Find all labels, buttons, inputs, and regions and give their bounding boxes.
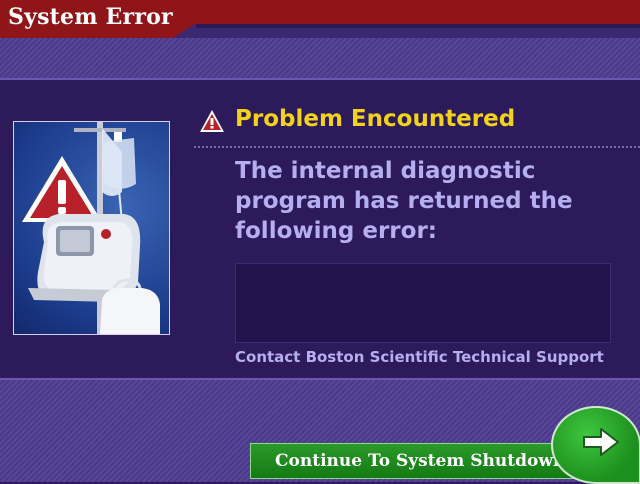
window-title: System Error — [8, 4, 173, 30]
continue-shutdown-button[interactable]: Continue To System Shutdown — [250, 443, 591, 479]
medical-device-illustration — [13, 121, 170, 335]
header-shadow — [196, 24, 640, 28]
continue-arrow-button[interactable] — [551, 406, 640, 484]
error-message: The internal diagnostic program has retu… — [235, 158, 573, 244]
top-band — [0, 38, 640, 80]
divider — [194, 146, 640, 148]
contact-support-text: Contact Boston Scientific Technical Supp… — [235, 348, 604, 366]
error-details-box — [235, 263, 611, 343]
continue-button-label: Continue To System Shutdown — [275, 451, 566, 471]
header-bar: System Error — [0, 0, 640, 38]
right-arrow-icon — [583, 428, 619, 456]
device-image — [22, 122, 160, 334]
warning-triangle-icon — [200, 110, 224, 132]
dialog-heading: Problem Encountered — [235, 106, 516, 132]
